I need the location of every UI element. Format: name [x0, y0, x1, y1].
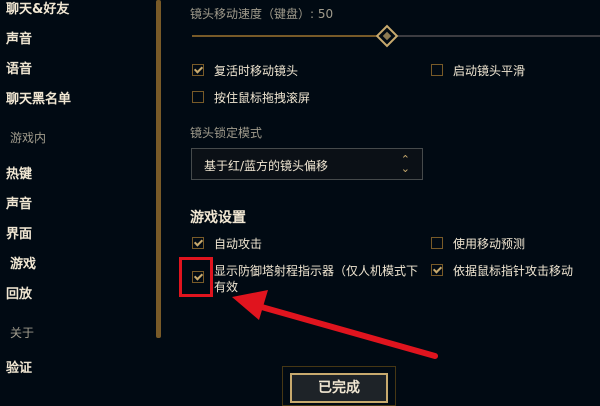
- done-button[interactable]: 已完成: [290, 373, 388, 403]
- annotation-arrow-icon: [232, 290, 438, 359]
